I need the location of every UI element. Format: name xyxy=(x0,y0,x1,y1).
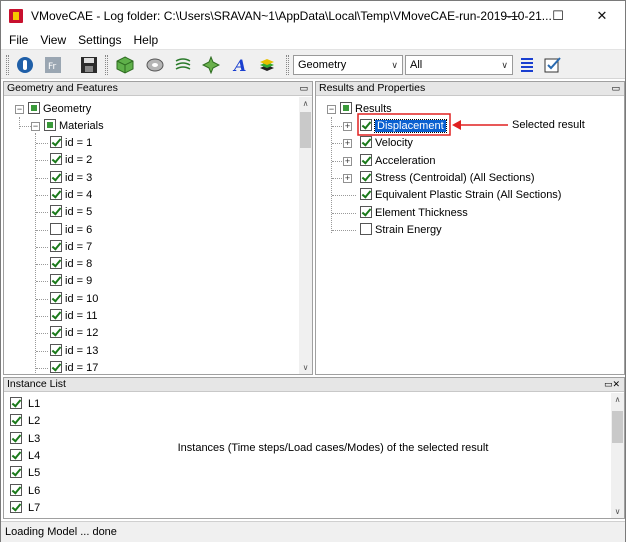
instance-list: L1 L2 L3 L4 L5 L6 L7 xyxy=(4,393,624,518)
instance-pane-header: Instance List ▭✕ xyxy=(4,378,624,392)
instance-label: L6 xyxy=(28,484,41,497)
instance-checkbox[interactable] xyxy=(10,431,22,444)
instance-checkbox[interactable] xyxy=(10,448,22,461)
instance-label: L2 xyxy=(28,415,41,428)
scroll-down-icon[interactable]: ∨ xyxy=(611,505,624,518)
scroll-thumb[interactable] xyxy=(612,411,623,443)
selection-highlight-box xyxy=(357,113,451,136)
instance-item[interactable]: L3 xyxy=(10,431,40,447)
instance-item[interactable]: L5 xyxy=(10,465,40,481)
instance-scrollbar[interactable]: ∧ ∨ xyxy=(611,393,624,518)
instance-label: L3 xyxy=(28,432,41,445)
instance-checkbox[interactable] xyxy=(10,500,22,513)
instance-label: L1 xyxy=(28,398,41,410)
instance-item[interactable]: L6 xyxy=(10,483,40,499)
instance-item[interactable]: L2 xyxy=(10,413,40,429)
instances-annotation-text: Instances (Time steps/Load cases/Modes) … xyxy=(177,442,489,454)
instance-item[interactable]: L1 xyxy=(10,396,40,412)
instance-checkbox[interactable] xyxy=(10,483,22,496)
status-text: Loading Model ... done xyxy=(5,526,117,538)
status-bar: Loading Model ... done xyxy=(1,521,625,542)
callout-arrow-head xyxy=(452,120,461,130)
instance-checkbox[interactable] xyxy=(10,466,22,479)
instance-item[interactable]: L4 xyxy=(10,448,40,464)
instance-checkbox[interactable] xyxy=(10,414,22,427)
instance-label: L4 xyxy=(28,449,41,462)
app-window: VMoveCAE - Log folder: C:\Users\SRAVAN~1… xyxy=(0,0,626,542)
instance-label: L5 xyxy=(28,467,41,480)
instance-label: L7 xyxy=(28,501,41,514)
instance-pane-title: Instance List xyxy=(7,378,66,390)
instance-item[interactable]: L7 xyxy=(10,500,40,516)
pin-close-icon[interactable]: ▭✕ xyxy=(604,378,620,391)
scroll-up-icon[interactable]: ∧ xyxy=(611,393,624,406)
instance-checkbox[interactable] xyxy=(10,397,22,409)
